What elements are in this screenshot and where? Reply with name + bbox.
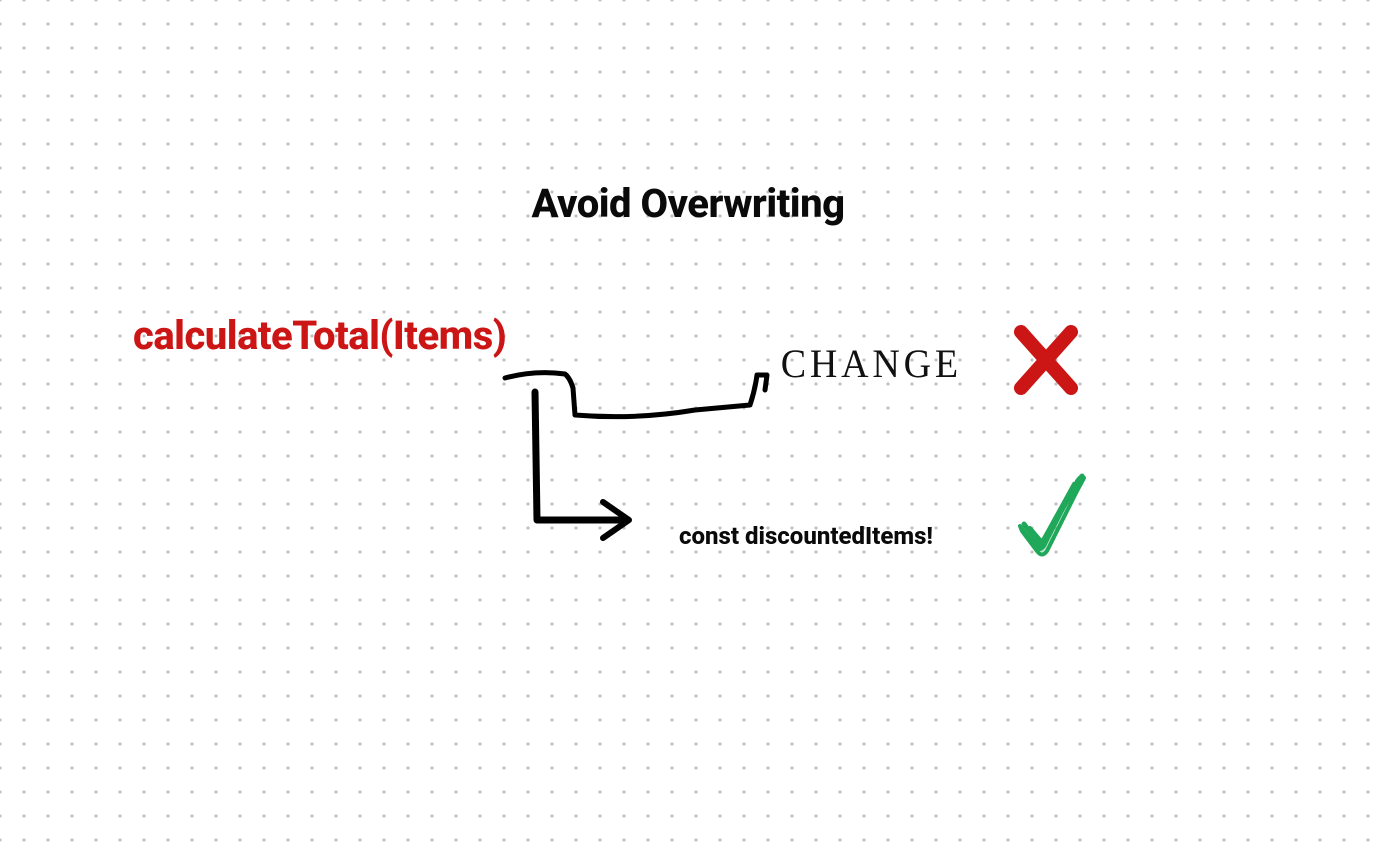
function-expression: calculateTotal(Items) bbox=[133, 312, 506, 359]
x-mark-icon bbox=[1013, 320, 1083, 400]
change-label: CHANGE bbox=[781, 340, 962, 387]
diagram-title: Avoid Overwriting bbox=[531, 180, 844, 227]
check-mark-icon bbox=[1012, 466, 1097, 566]
const-expression: const discountedItems! bbox=[679, 522, 933, 550]
